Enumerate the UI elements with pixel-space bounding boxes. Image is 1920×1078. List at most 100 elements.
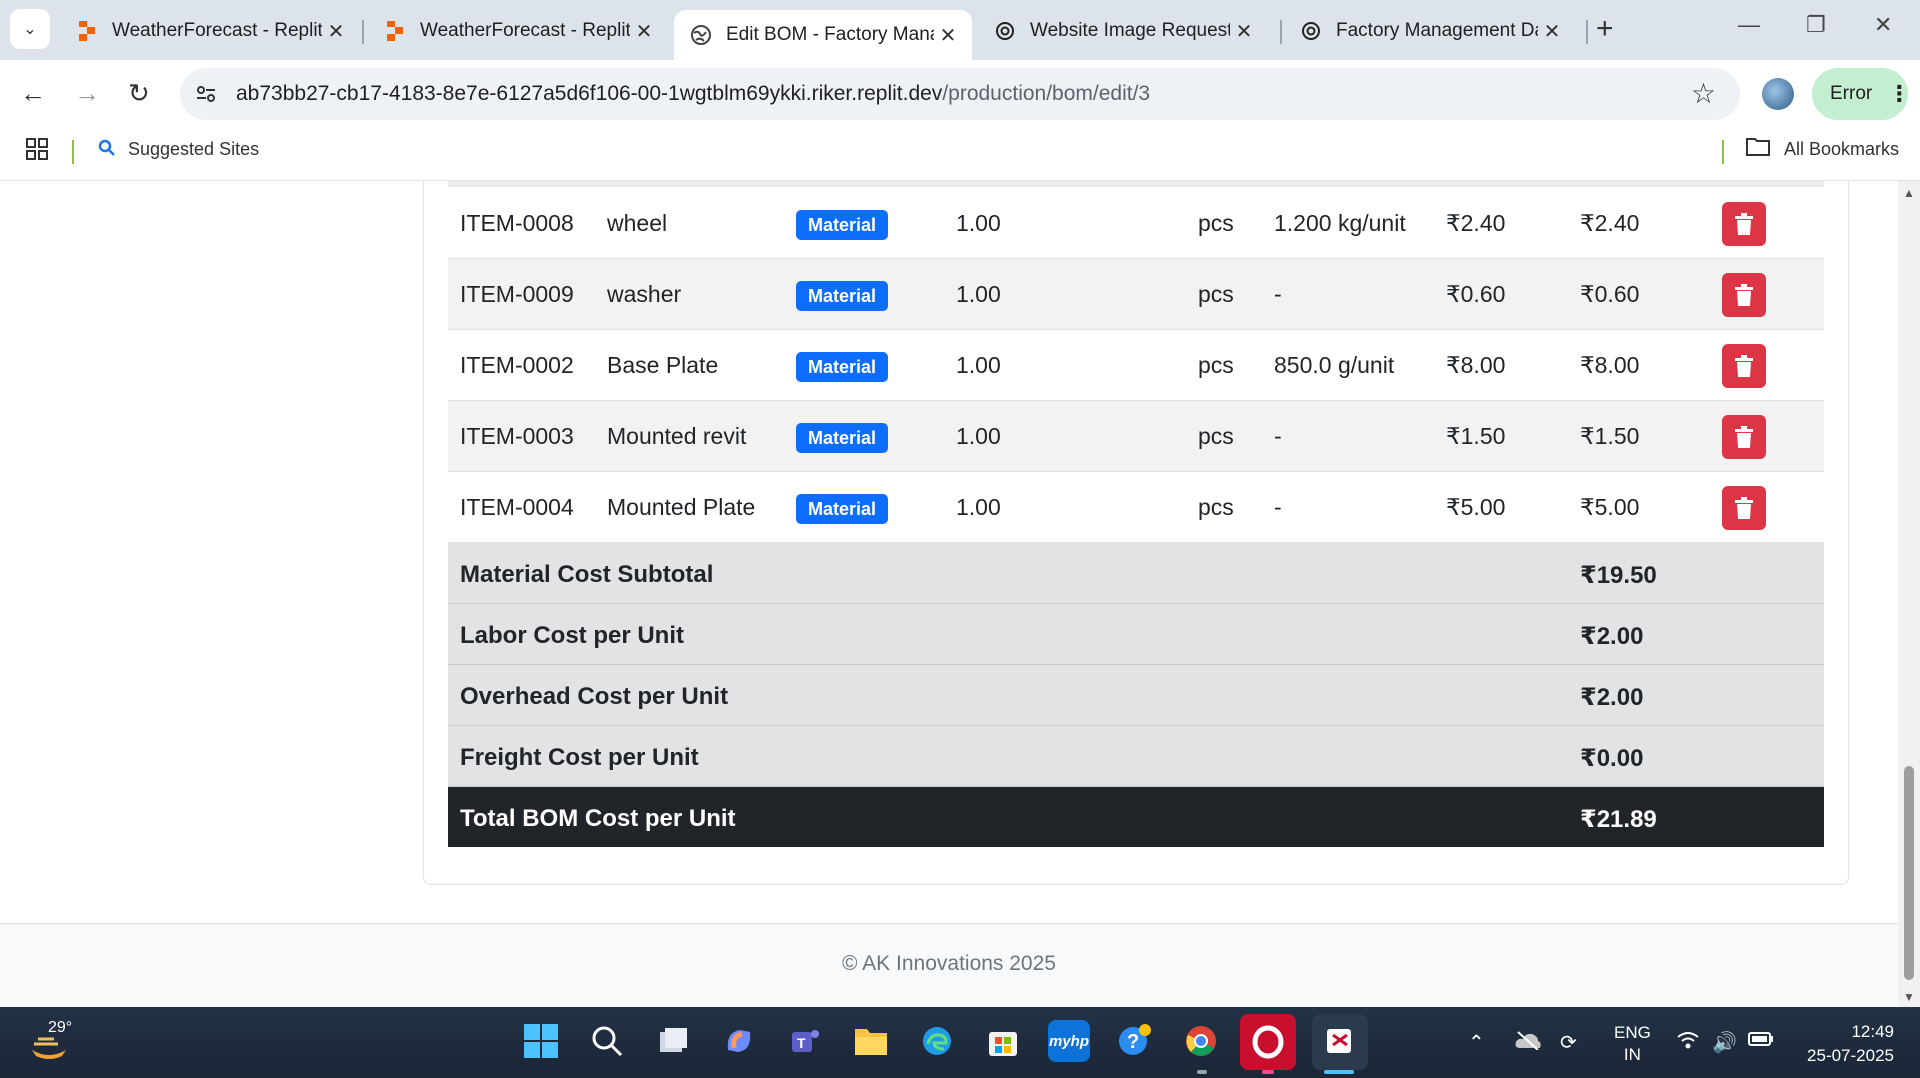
item-quantity: 1.00 [956,494,1001,520]
trash-icon [1735,355,1753,377]
task-view-icon[interactable] [652,1020,694,1062]
close-icon[interactable]: ✕ [934,23,962,48]
tab-search-button[interactable]: ⌄ [10,9,50,49]
folder-icon [1746,136,1770,162]
item-rate: ₹1.50 [1446,423,1506,449]
delete-item-button[interactable] [1722,344,1766,388]
item-weight: - [1274,281,1282,307]
item-type-badge: Material [796,352,889,382]
item-type-badge: Material [796,210,889,240]
item-rate: ₹2.40 [1446,210,1506,236]
chrome-icon[interactable] [1180,1020,1222,1062]
profile-avatar[interactable] [1762,78,1794,110]
sync-icon[interactable]: ⟳ [1560,1030,1577,1055]
profile-error-button[interactable]: Error ⋮ [1812,68,1910,120]
bookmark-separator [1722,140,1724,164]
file-explorer-icon[interactable] [850,1020,892,1062]
wifi-icon[interactable] [1676,1030,1700,1056]
delete-item-button[interactable] [1722,202,1766,246]
battery-icon[interactable] [1748,1030,1774,1053]
scrollbar-thumb[interactable] [1904,766,1914,980]
summary-value: ₹2.00 [1580,684,1644,711]
edge-icon[interactable] [916,1020,958,1062]
chevron-up-icon[interactable]: ⌃ [1468,1030,1485,1055]
item-quantity: 1.00 [956,352,1001,378]
table-row: ITEM-0002 Base Plate Material 1.00 pcs 850.0 … [448,330,1824,401]
myhp-icon[interactable]: myhp [1048,1020,1090,1062]
chevron-down-icon: ⌄ [23,21,37,38]
item-type-badge: Material [796,423,889,453]
close-icon[interactable]: ✕ [1538,19,1566,44]
forward-arrow-icon[interactable]: → [74,78,100,109]
all-bookmarks-link[interactable]: All Bookmarks [1784,139,1899,160]
region-code: IN [1623,1045,1641,1064]
teams-icon[interactable]: T [784,1020,826,1062]
running-indicator [1197,1070,1207,1074]
item-quantity: 1.00 [956,281,1001,307]
tab-weatherforecast-1[interactable]: WeatherForecast - Replit ✕ [60,10,360,52]
bookmarks-bar [0,128,1920,181]
onedrive-icon[interactable] [1514,1030,1542,1056]
close-icon[interactable]: ✕ [322,19,350,44]
snipping-tool-icon[interactable] [1312,1014,1368,1070]
item-weight: 1.200 kg/unit [1274,210,1406,236]
system-clock[interactable]: 12:49 25-07-2025 [1790,1020,1894,1068]
minimize-icon[interactable]: — [1738,12,1760,38]
trash-icon [1735,426,1753,448]
bookmark-suggested-sites[interactable]: Suggested Sites [128,139,259,160]
tab-factory-management[interactable]: Factory Management Dat ✕ [1284,10,1576,52]
summary-value: ₹2.00 [1580,623,1644,650]
close-icon[interactable]: ✕ [630,19,658,44]
item-name: Mounted revit [607,423,747,449]
tab-separator [362,20,364,44]
trash-icon [1735,497,1753,519]
tab-separator [1280,20,1282,44]
bookmark-star-icon[interactable]: ☆ [1691,77,1716,110]
close-icon[interactable]: ✕ [1230,19,1258,44]
tab-website-image-request[interactable]: Website Image Request ✕ [978,10,1268,52]
new-tab-plus-icon[interactable]: + [1596,12,1614,46]
tab-weatherforecast-2[interactable]: WeatherForecast - Replit ✕ [368,10,668,52]
running-indicator [1262,1070,1274,1074]
item-unit: pcs [1198,423,1234,449]
tab-title: WeatherForecast - Replit [420,20,630,41]
trash-icon [1735,213,1753,235]
input-language[interactable]: ENG IN [1614,1022,1651,1066]
replit-icon [76,20,98,42]
globe-icon [690,24,712,46]
tab-title: Website Image Request [1030,20,1230,41]
summary-row: Overhead Cost per Unit ₹2.00 [448,665,1824,726]
bookmark-separator [72,140,74,164]
window-close-icon[interactable]: ✕ [1874,12,1892,38]
scroll-down-arrow-icon[interactable]: ▼ [1903,990,1915,1004]
address-bar[interactable]: ab73bb27-cb17-4183-8e7e-6127a5d6f106-00-… [180,68,1740,120]
tab-title: Factory Management Dat [1336,20,1538,41]
reload-icon[interactable]: ↻ [128,78,150,109]
tab-title: WeatherForecast - Replit [112,20,322,41]
clock-date: 25-07-2025 [1807,1046,1894,1065]
site-info-icon[interactable] [192,80,220,108]
delete-item-button[interactable] [1722,415,1766,459]
copilot-icon[interactable] [718,1020,760,1062]
page-viewport: ITEM-0008 wheel Material 1.00 pcs 1.200 kg/un… [0,181,1898,1007]
delete-item-button[interactable] [1722,273,1766,317]
item-code: ITEM-0009 [460,281,574,307]
delete-item-button[interactable] [1722,486,1766,530]
volume-icon[interactable]: 🔊 [1712,1030,1737,1055]
weather-temperature: 29° [48,1019,73,1036]
restore-icon[interactable]: ❐ [1806,12,1826,38]
microsoft-store-icon[interactable] [982,1020,1024,1062]
item-name: Base Plate [607,352,719,378]
apps-grid-icon[interactable] [26,138,48,167]
tab-edit-bom[interactable]: Edit BOM - Factory Mana ✕ [674,10,972,60]
summary-label: Material Cost Subtotal [460,561,714,588]
scroll-up-arrow-icon[interactable]: ▲ [1903,186,1915,200]
chatgpt-icon [1300,20,1322,42]
back-arrow-icon[interactable]: ← [20,78,46,109]
table-row: ITEM-0009 washer Material 1.00 pcs - ₹0.60 ₹0.6… [448,259,1824,330]
windows-start-icon[interactable] [520,1020,562,1062]
item-weight: - [1274,494,1282,520]
search-icon[interactable] [586,1020,628,1062]
help-icon[interactable]: ? [1114,1020,1156,1062]
opera-icon[interactable] [1240,1014,1296,1070]
